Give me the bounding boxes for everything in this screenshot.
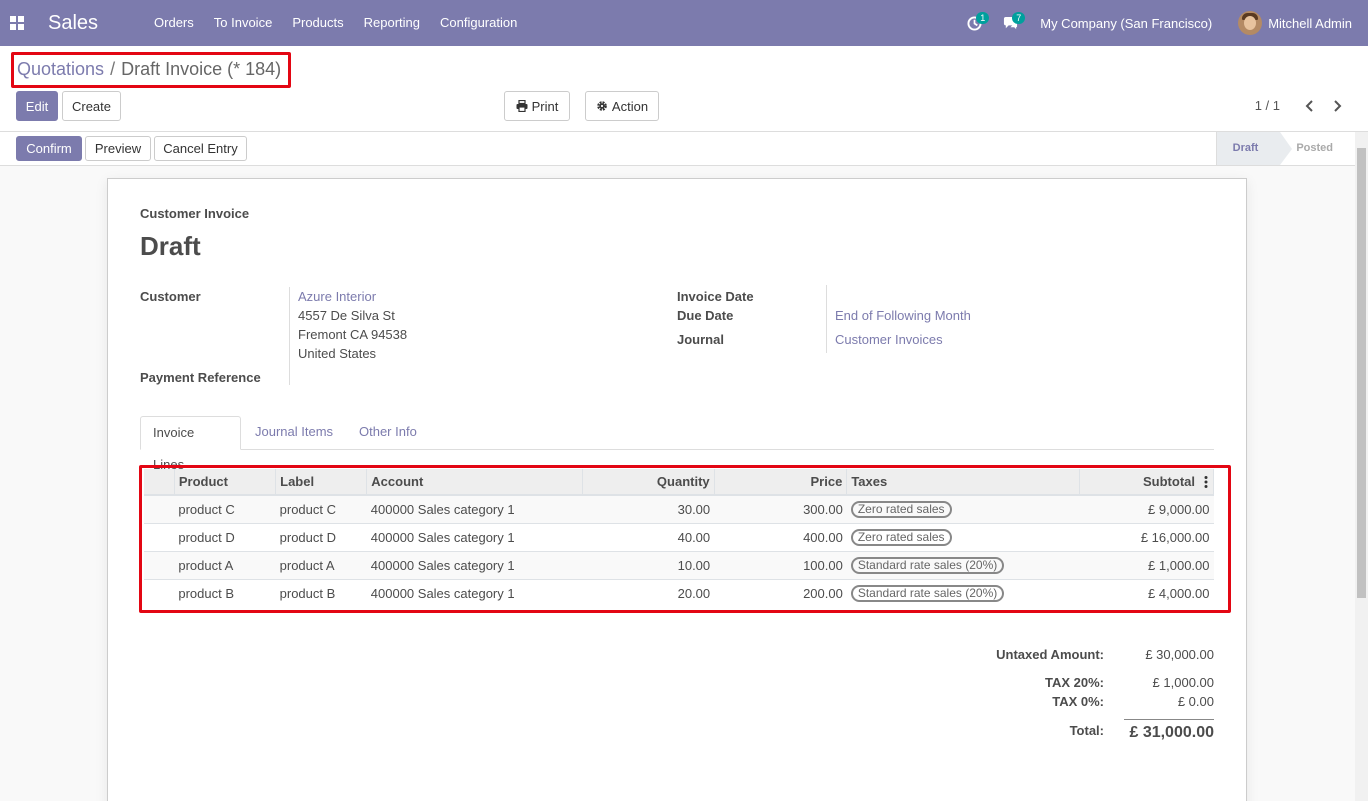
customer-label: Customer xyxy=(140,289,201,304)
page-scrollbar[interactable] xyxy=(1355,132,1368,801)
control-panel: Quotations / Draft Invoice (* 184) Edit Cr… xyxy=(0,46,1368,132)
pager-value[interactable]: 1 / 1 xyxy=(1255,98,1280,113)
left-group-divider xyxy=(289,287,290,385)
action-button[interactable]: Action xyxy=(585,91,659,121)
due-date-value[interactable]: End of Following Month xyxy=(835,308,971,323)
edit-button[interactable]: Edit xyxy=(16,91,58,121)
printer-icon xyxy=(516,100,528,112)
status-step-draft: Draft xyxy=(1215,132,1292,165)
total-label: Total: xyxy=(1069,723,1104,738)
preview-button[interactable]: Preview xyxy=(85,136,151,161)
status-steps: Draft Posted xyxy=(1215,132,1355,165)
customer-address-line3: United States xyxy=(298,346,377,361)
document-type: Customer Invoice xyxy=(140,206,250,221)
tab-invoice-lines[interactable]: Invoice Lines xyxy=(140,416,241,472)
invoice-form-sheet: Customer Invoice Draft Customer Azure In… xyxy=(107,178,1247,801)
action-label: Action xyxy=(611,98,649,114)
total-value: £ 31,000.00 xyxy=(1129,724,1214,741)
notebook-tabs: Invoice Lines Journal Items Other Info xyxy=(140,416,1214,472)
message-count-badge: 7 xyxy=(1012,12,1026,24)
top-navbar: Sales Orders To Invoice Products Reporti… xyxy=(0,0,1368,46)
tax20-value: £ 1,000.00 xyxy=(1152,675,1214,690)
user-avatar[interactable] xyxy=(1238,11,1263,35)
apps-menu-icon[interactable] xyxy=(0,0,34,46)
main-menu: Orders To Invoice Products Reporting Con… xyxy=(144,0,527,46)
confirm-button[interactable]: Confirm xyxy=(16,136,82,161)
total-divider xyxy=(1124,719,1214,720)
menu-item-configuration[interactable]: Configuration xyxy=(430,0,527,46)
activity-count-badge: 1 xyxy=(976,12,990,24)
invoice-date-label: Invoice Date xyxy=(677,289,754,304)
tax20-label: TAX 20%: xyxy=(1045,675,1104,690)
table-highlight-box xyxy=(139,465,1231,613)
journal-value[interactable]: Customer Invoices xyxy=(835,332,943,347)
cancel-entry-button[interactable]: Cancel Entry xyxy=(154,136,247,161)
customer-name-link[interactable]: Azure Interior xyxy=(298,289,376,304)
print-button[interactable]: Print xyxy=(504,91,570,121)
menu-item-products[interactable]: Products xyxy=(282,0,353,46)
user-menu[interactable]: Mitchell Admin xyxy=(1268,16,1352,31)
payment-reference-label: Payment Reference xyxy=(140,370,261,385)
pager-next-icon[interactable] xyxy=(1329,96,1345,116)
menu-item-reporting[interactable]: Reporting xyxy=(354,0,430,46)
print-label: Print xyxy=(531,98,559,114)
breadcrumb-highlight-box xyxy=(11,52,291,88)
menu-item-to-invoice[interactable]: To Invoice xyxy=(204,0,283,46)
document-state-title: Draft xyxy=(140,231,201,261)
menu-item-orders[interactable]: Orders xyxy=(144,0,204,46)
untaxed-amount-value: £ 30,000.00 xyxy=(1145,647,1214,662)
messages-chat-icon[interactable]: 7 xyxy=(992,0,1028,46)
right-group-divider xyxy=(826,285,827,353)
tax0-label: TAX 0%: xyxy=(1052,694,1104,709)
activity-clock-icon[interactable]: 1 xyxy=(956,0,992,46)
company-switcher[interactable]: My Company (San Francisco) xyxy=(1040,16,1212,31)
tax0-value: £ 0.00 xyxy=(1177,694,1214,709)
form-statusbar: Confirm Preview Cancel Entry Draft Poste… xyxy=(0,132,1355,166)
tab-other-info[interactable]: Other Info xyxy=(347,416,429,450)
gear-icon xyxy=(597,101,607,111)
customer-address-line2: Fremont CA 94538 xyxy=(298,327,408,342)
customer-address-line1: 4557 De Silva St xyxy=(298,308,395,323)
scrollbar-thumb[interactable] xyxy=(1357,148,1366,598)
due-date-label: Due Date xyxy=(677,308,734,323)
untaxed-amount-label: Untaxed Amount: xyxy=(996,647,1104,662)
systray: 1 7 My Company (San Francisco) Mitchell … xyxy=(956,0,1368,46)
app-name[interactable]: Sales xyxy=(48,12,98,35)
journal-label: Journal xyxy=(677,332,724,347)
tab-journal-items[interactable]: Journal Items xyxy=(243,416,345,450)
pager-previous-icon[interactable] xyxy=(1302,96,1318,116)
create-button[interactable]: Create xyxy=(62,91,121,121)
